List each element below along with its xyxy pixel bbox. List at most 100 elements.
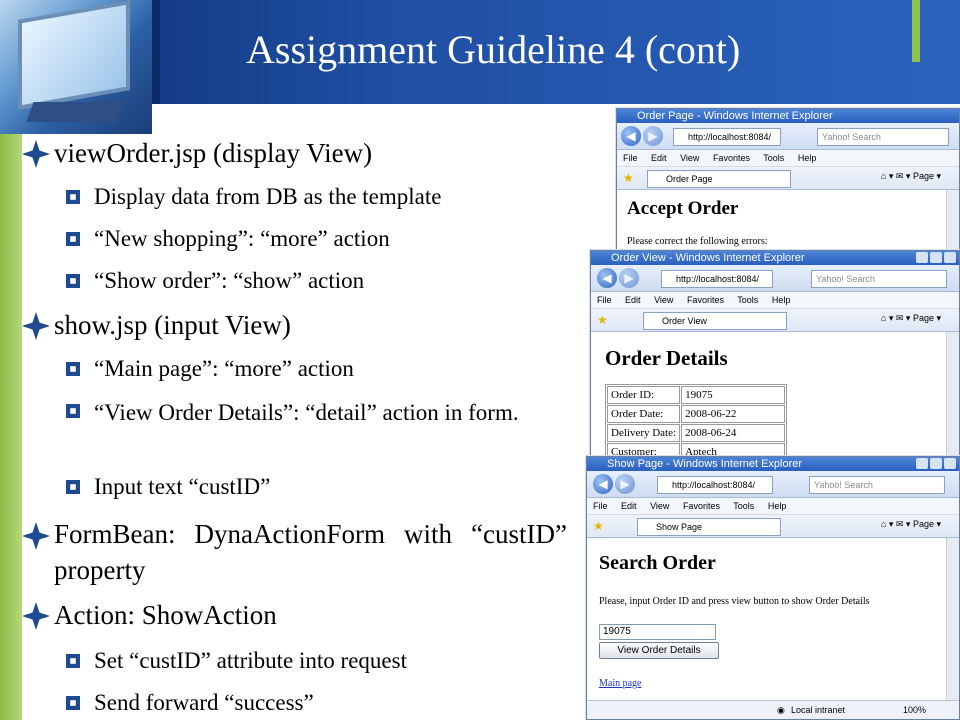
bullet-l2: “Main page”: “more” action [22, 356, 574, 382]
menu-edit[interactable]: Edit [621, 501, 637, 511]
bullet-l1: FormBean: DynaActionForm with “custID” p… [22, 516, 567, 588]
bullet-text: show.jsp (input View) [54, 310, 291, 340]
square-bullet-icon [66, 232, 80, 246]
menu-edit[interactable]: Edit [651, 153, 667, 163]
menu-view[interactable]: View [654, 295, 673, 305]
window-title: Show Page - Windows Internet Explorer [607, 458, 803, 470]
search-input[interactable]: Yahoo! Search [809, 476, 945, 494]
window-title: Order View - Windows Internet Explorer [611, 252, 805, 264]
tab-bar: ★ Order View ⌂ ▾ ✉ ▾ Page ▾ [591, 309, 959, 332]
favorites-star-icon[interactable]: ★ [623, 171, 634, 185]
menu-file[interactable]: File [597, 295, 612, 305]
menu-help[interactable]: Help [798, 153, 817, 163]
menu-edit[interactable]: Edit [625, 295, 641, 305]
scrollbar[interactable] [946, 538, 959, 701]
bullet-l2: Send forward “success” [22, 690, 574, 716]
menu-favorites[interactable]: Favorites [713, 153, 750, 163]
back-arrow-icon[interactable]: ◀ [597, 268, 617, 288]
back-arrow-icon[interactable]: ◀ [621, 126, 641, 146]
address-bar[interactable]: http://localhost:8084/ [657, 476, 773, 494]
status-bar: ◉ Local intranet 100% [587, 700, 959, 719]
table-cell-label: Order Date: [607, 405, 681, 423]
search-input[interactable]: Yahoo! Search [817, 128, 949, 146]
menu-bar: File Edit View Favorites Tools Help [587, 498, 959, 515]
page-body: Order Details Order ID: 19075 Order Date… [591, 332, 959, 463]
forward-arrow-icon[interactable]: ▶ [643, 126, 663, 146]
forward-arrow-icon[interactable]: ▶ [615, 474, 635, 494]
table-cell-value: 19075 [681, 386, 786, 404]
page-menu[interactable]: ⌂ ▾ ✉ ▾ Page ▾ [881, 519, 941, 530]
search-input[interactable]: Yahoo! Search [811, 270, 947, 288]
zoom-level[interactable]: 100% [903, 701, 926, 719]
page-body: Search Order Please, input Order ID and … [587, 538, 959, 701]
address-bar[interactable]: http://localhost:8084/ [661, 270, 773, 288]
bullet-text: “New shopping”: “more” action [94, 226, 390, 251]
bullet-l1: viewOrder.jsp (display View) [22, 138, 567, 169]
menu-bar: File Edit View Favorites Tools Help [617, 150, 959, 167]
table-cell-label: Delivery Date: [607, 424, 681, 442]
favorites-star-icon[interactable]: ★ [593, 519, 604, 533]
order-id-input[interactable]: 19075 [599, 624, 716, 640]
menu-help[interactable]: Help [768, 501, 787, 511]
window-title: Order Page - Windows Internet Explorer [637, 110, 833, 122]
window-titlebar: Show Page - Windows Internet Explorer [587, 457, 959, 471]
ie-window-order-view: Order View - Windows Internet Explorer ◀… [590, 250, 960, 464]
page-menu[interactable]: ⌂ ▾ ✉ ▾ Page ▾ [881, 171, 941, 182]
menu-tools[interactable]: Tools [737, 295, 758, 305]
ie-window-show-page: Show Page - Windows Internet Explorer ◀ … [586, 456, 960, 720]
address-bar[interactable]: http://localhost:8084/ [673, 128, 781, 146]
bullet-text: “Main page”: “more” action [94, 356, 354, 381]
close-icon[interactable] [944, 252, 956, 263]
menu-help[interactable]: Help [772, 295, 791, 305]
minimize-icon[interactable] [916, 458, 928, 469]
page-heading: Order Details [605, 346, 728, 370]
bullet-text: Display data from DB as the template [94, 184, 442, 209]
maximize-icon[interactable] [930, 252, 942, 263]
tab-order-view[interactable]: Order View [643, 312, 787, 330]
main-page-link[interactable]: Main page [599, 678, 642, 689]
menu-favorites[interactable]: Favorites [683, 501, 720, 511]
favorites-star-icon[interactable]: ★ [597, 313, 608, 327]
bullet-text: viewOrder.jsp (display View) [54, 138, 373, 168]
view-order-details-button[interactable]: View Order Details [599, 642, 719, 659]
diamond-bullet-icon [22, 312, 50, 340]
minimize-icon[interactable] [916, 252, 928, 263]
scrollbar[interactable] [946, 332, 959, 463]
bullet-l1: show.jsp (input View) [22, 310, 567, 341]
back-arrow-icon[interactable]: ◀ [593, 474, 613, 494]
square-bullet-icon [66, 362, 80, 376]
window-controls [914, 458, 956, 471]
bullet-l2: “View Order Details”: “detail” action in… [22, 398, 574, 428]
page-menu-label: Page [912, 171, 934, 181]
forward-arrow-icon[interactable]: ▶ [619, 268, 639, 288]
menu-tools[interactable]: Tools [733, 501, 754, 511]
menu-file[interactable]: File [623, 153, 638, 163]
menu-file[interactable]: File [593, 501, 608, 511]
page-menu-label: Page [912, 313, 934, 323]
order-details-table: Order ID: 19075 Order Date: 2008-06-22 D… [605, 384, 788, 463]
navigation-bar: ◀ ▶ http://localhost:8084/ Yahoo! Search [591, 265, 959, 292]
menu-favorites[interactable]: Favorites [687, 295, 724, 305]
menu-view[interactable]: View [650, 501, 669, 511]
square-bullet-icon [66, 696, 80, 710]
ie-window-order-page: Order Page - Windows Internet Explorer ◀… [616, 108, 960, 258]
diamond-bullet-icon [22, 522, 50, 550]
square-bullet-icon [66, 274, 80, 288]
page-menu-label: Page [912, 519, 934, 529]
page-menu[interactable]: ⌂ ▾ ✉ ▾ Page ▾ [881, 313, 941, 324]
instruction-text: Please, input Order ID and press view bu… [599, 596, 870, 607]
monitor-icon [18, 0, 130, 110]
navigation-bar: ◀ ▶ http://localhost:8084/ Yahoo! Search [587, 471, 959, 498]
square-bullet-icon [66, 654, 80, 668]
keyboard-icon [26, 102, 124, 122]
close-icon[interactable] [944, 458, 956, 469]
bullet-text: “View Order Details”: “detail” action in… [94, 400, 519, 425]
menu-view[interactable]: View [680, 153, 699, 163]
maximize-icon[interactable] [930, 458, 942, 469]
bullet-l1: Action: ShowAction [22, 600, 567, 631]
menu-tools[interactable]: Tools [763, 153, 784, 163]
scrollbar[interactable] [946, 190, 959, 257]
corner-computer-image [0, 0, 152, 134]
tab-show-page[interactable]: Show Page [637, 518, 781, 536]
tab-order-page[interactable]: Order Page [647, 170, 791, 188]
